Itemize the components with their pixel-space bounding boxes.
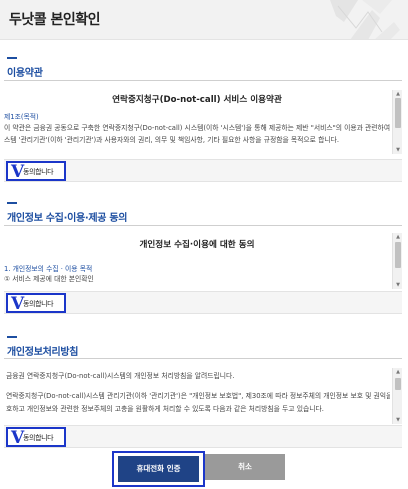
policy-section-title: 개인정보처리방침 bbox=[7, 347, 79, 358]
privacy-content-box[interactable]: 개인정보 수집·이용에 대한 동의 1. 개인정보의 수집 · 이용 목적 ① … bbox=[4, 233, 402, 289]
header-decoration-graphic bbox=[330, 0, 400, 39]
terms-body-line-1: 이 약관은 금융권 공동으로 구축한 연락중지청구(Do-not-call) 시… bbox=[4, 124, 390, 132]
terms-body-line-2: 스템 '관리기관'(이하 '관리기관')과 사용자와의 권리, 의무 및 책임사… bbox=[4, 136, 339, 144]
scrollbar-thumb[interactable] bbox=[395, 98, 401, 128]
terms-section-title: 이용약관 bbox=[7, 68, 43, 79]
terms-scrollbar[interactable]: ▲ ▼ bbox=[392, 90, 402, 154]
scrollbar-thumb[interactable] bbox=[395, 242, 401, 268]
privacy-item-detail: ① 서비스 제공에 대한 본인확인 bbox=[4, 275, 94, 283]
section-marker bbox=[7, 57, 17, 59]
page-header: 두낫콜 본인확인 bbox=[0, 0, 408, 40]
terms-content-box[interactable]: 연락중지청구(Do-not-call) 서비스 이용약관 제1조(목적) 이 약… bbox=[4, 90, 402, 154]
privacy-item-heading: 1. 개인정보의 수집 · 이용 목적 bbox=[4, 265, 93, 273]
policy-agree-checkbox[interactable]: V 동의합니다 bbox=[6, 427, 66, 448]
policy-body-line-2: 호하고 개인정보와 관련한 정보주체의 고충을 원활하게 처리할 수 있도록 다… bbox=[6, 405, 324, 413]
terms-doc-title: 연락중지청구(Do-not-call) 서비스 이용약관 bbox=[112, 95, 282, 105]
phone-auth-highlight: 휴대전화 인증 bbox=[112, 451, 205, 487]
section-divider bbox=[4, 225, 402, 226]
scroll-up-icon[interactable]: ▲ bbox=[393, 368, 402, 376]
policy-scrollbar[interactable]: ▲ ▼ bbox=[392, 368, 402, 424]
phone-auth-button[interactable]: 휴대전화 인증 bbox=[118, 456, 199, 482]
section-marker bbox=[7, 336, 17, 338]
scroll-up-icon[interactable]: ▲ bbox=[393, 90, 402, 98]
privacy-agree-checkbox[interactable]: V 동의합니다 bbox=[6, 293, 66, 314]
section-divider bbox=[4, 80, 402, 81]
terms-agree-label: 동의합니다 bbox=[23, 168, 54, 176]
cancel-button[interactable]: 취소 bbox=[205, 454, 285, 480]
privacy-scrollbar[interactable]: ▲ ▼ bbox=[392, 233, 402, 289]
terms-article-heading: 제1조(목적) bbox=[4, 113, 39, 121]
scroll-down-icon[interactable]: ▼ bbox=[393, 146, 402, 154]
page-title: 두낫콜 본인확인 bbox=[9, 12, 101, 28]
scroll-up-icon[interactable]: ▲ bbox=[393, 233, 402, 241]
privacy-doc-title: 개인정보 수집·이용에 대한 동의 bbox=[139, 240, 255, 250]
scrollbar-thumb[interactable] bbox=[395, 378, 401, 390]
policy-agree-label: 동의합니다 bbox=[23, 434, 54, 442]
section-divider bbox=[4, 358, 402, 359]
section-marker bbox=[7, 202, 17, 204]
privacy-agree-label: 동의합니다 bbox=[23, 300, 54, 308]
policy-body-line-1: 연락중지청구(Do-not-call)시스템 관리기관(이하 '관리기관')은 … bbox=[6, 392, 390, 400]
scroll-down-icon[interactable]: ▼ bbox=[393, 281, 402, 289]
terms-agree-checkbox[interactable]: V 동의합니다 bbox=[6, 161, 66, 182]
scroll-down-icon[interactable]: ▼ bbox=[393, 416, 402, 424]
policy-intro: 금융권 연락중지청구(Do-not-call)시스템의 개인정보 처리방침을 알… bbox=[6, 372, 235, 380]
policy-content-box[interactable]: 금융권 연락중지청구(Do-not-call)시스템의 개인정보 처리방침을 알… bbox=[4, 368, 402, 424]
privacy-section-title: 개인정보 수집·이용·제공 동의 bbox=[7, 213, 128, 224]
